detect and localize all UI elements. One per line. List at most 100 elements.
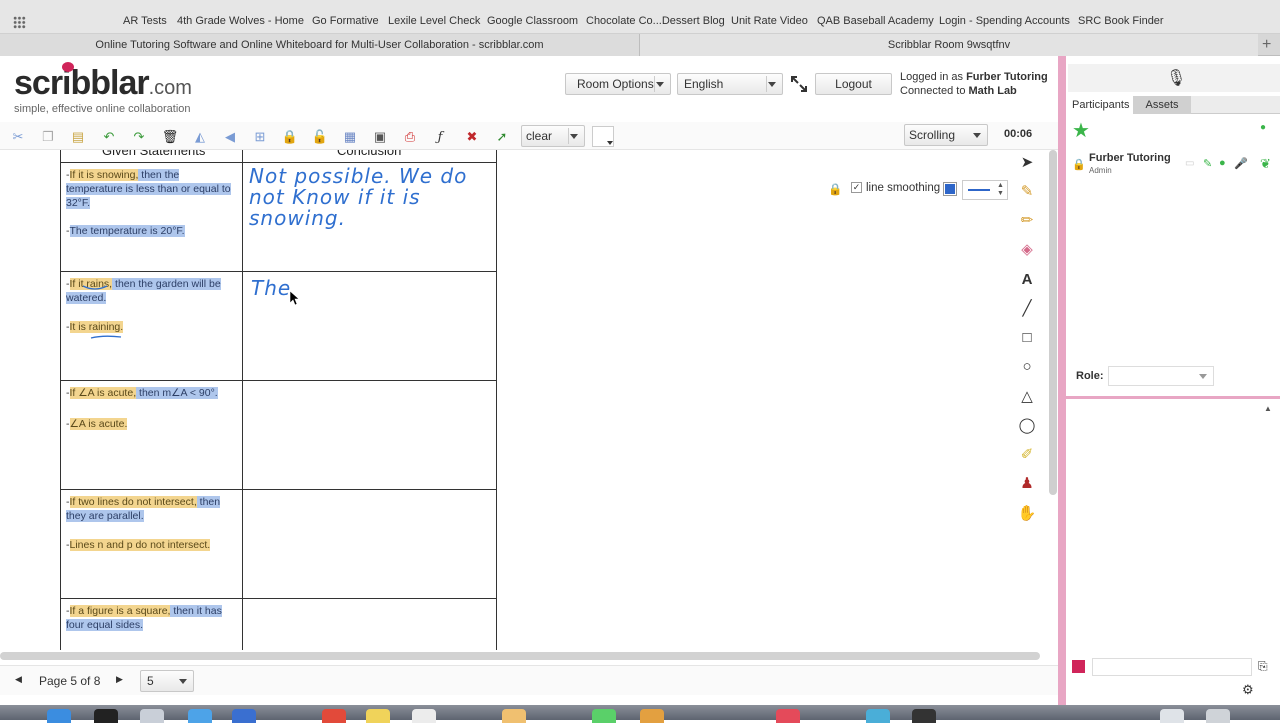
notes-icon[interactable] xyxy=(366,709,390,723)
line-color-swatch[interactable] xyxy=(943,182,957,196)
line-smoothing-checkbox[interactable]: ✓ xyxy=(851,182,862,193)
bookmark-src[interactable]: SRC Book Finder xyxy=(1078,15,1164,27)
chat-input[interactable] xyxy=(1092,658,1252,676)
line-tool-icon[interactable]: ╱ xyxy=(1012,296,1042,320)
undo-icon[interactable]: ↶ xyxy=(101,129,117,145)
terminal-icon[interactable] xyxy=(912,709,936,723)
drawing-tools: ➤ ✎ ✏ ◈ A ╱ □ ○ △ ◯ ✐ ♟ ✋ xyxy=(1012,150,1042,530)
text-tool-icon[interactable]: A xyxy=(1012,267,1042,291)
next-page-icon[interactable]: ▶ xyxy=(116,674,123,685)
new-tab-icon[interactable]: + xyxy=(1262,36,1271,54)
scroll-mode-label: Scrolling xyxy=(909,128,956,142)
collapse-icon[interactable]: ▲ xyxy=(1264,404,1272,413)
zoom-icon[interactable]: ⊞ xyxy=(252,129,268,145)
launchpad-icon[interactable] xyxy=(94,709,118,723)
safari-icon[interactable] xyxy=(140,709,164,723)
messages-icon[interactable] xyxy=(592,709,616,723)
logout-button[interactable]: Logout xyxy=(815,73,892,95)
apps-grid-icon[interactable] xyxy=(13,16,26,29)
clear-board-icon[interactable]: ✖ xyxy=(464,129,480,145)
formula-icon[interactable]: ƒ xyxy=(432,129,448,145)
statement-segment: If it is snowing, xyxy=(69,169,139,181)
triangle-tool-icon[interactable]: △ xyxy=(1012,384,1042,408)
ellipse-tool-icon[interactable]: ○ xyxy=(1012,354,1042,378)
camera-icon[interactable]: ▭ xyxy=(1185,158,1194,169)
bookmark-unit-rate[interactable]: Unit Rate Video xyxy=(731,15,808,27)
calendar-icon[interactable] xyxy=(322,709,346,723)
language-dropdown[interactable]: English xyxy=(677,73,783,95)
lock-icon[interactable]: 🔒 xyxy=(282,129,298,145)
bookmark-qab[interactable]: QAB Baseball Academy xyxy=(817,15,934,27)
bookmark-google-classroom[interactable]: Google Classroom xyxy=(487,15,578,27)
tab-scribblar-home[interactable]: Online Tutoring Software and Online Whit… xyxy=(0,34,640,56)
tab-assets[interactable]: Assets xyxy=(1133,96,1191,114)
pdf-icon[interactable]: ⎙ xyxy=(402,129,418,145)
appstore-icon[interactable] xyxy=(188,709,212,723)
fullscreen-icon[interactable] xyxy=(790,75,808,93)
mail-icon[interactable] xyxy=(232,709,256,723)
chrome-icon[interactable] xyxy=(866,709,890,723)
bookmark-lexile[interactable]: Lexile Level Check xyxy=(388,15,480,27)
settings-gear-icon[interactable]: ⚙ xyxy=(1242,682,1254,698)
horizontal-scrollbar[interactable] xyxy=(0,652,1040,660)
circle-tool-icon[interactable]: ◯ xyxy=(1012,413,1042,437)
document-icon[interactable]: ▦ xyxy=(342,129,358,145)
copy-icon[interactable]: ❐ xyxy=(40,129,56,145)
pointer-arrow-icon[interactable]: ➚ xyxy=(494,129,510,145)
handwritten-conclusion-2: The xyxy=(251,276,292,300)
chat-color-swatch[interactable] xyxy=(1072,660,1085,673)
tab-participants[interactable]: Participants xyxy=(1066,96,1136,114)
downloads-icon[interactable] xyxy=(1160,709,1184,723)
bookmark-ar-tests[interactable]: AR Tests xyxy=(123,15,167,27)
color-swatch[interactable] xyxy=(592,126,614,147)
rectangle-tool-icon[interactable]: □ xyxy=(1012,325,1042,349)
image-icon[interactable]: ▣ xyxy=(372,129,388,145)
line-width-stepper[interactable]: ▲ ▼ xyxy=(962,180,1008,200)
itunes-icon[interactable] xyxy=(776,709,800,723)
tab-scribblar-room[interactable]: Scribblar Room 9wsqtfnv xyxy=(640,34,1258,56)
reminders-icon[interactable] xyxy=(412,709,436,723)
delete-icon[interactable]: 🗑 xyxy=(162,129,179,145)
user-lock-icon: 🔒 xyxy=(1072,159,1086,171)
bookmark-4th-grade-wolves[interactable]: 4th Grade Wolves - Home xyxy=(177,15,304,27)
statement-segment: - xyxy=(66,418,70,430)
photos-icon[interactable] xyxy=(502,709,526,723)
microphone-icon[interactable]: 🎙 xyxy=(1166,68,1186,88)
participant-name[interactable]: Furber Tutoring xyxy=(1089,152,1171,164)
role-dropdown[interactable] xyxy=(1108,366,1214,386)
ibooks-icon[interactable] xyxy=(640,709,664,723)
select-arrow-icon[interactable]: ➤ xyxy=(1012,150,1042,174)
bookmark-go-formative[interactable]: Go Formative xyxy=(312,15,379,27)
room-options-dropdown[interactable]: Room Options xyxy=(565,73,671,95)
vertical-scroll-thumb[interactable] xyxy=(1049,150,1057,495)
eraser-icon[interactable]: ◈ xyxy=(1012,237,1042,261)
audio-permission-icon[interactable]: 🎤 xyxy=(1234,157,1248,170)
clear-dropdown[interactable]: clear xyxy=(521,125,585,147)
page-select[interactable]: 5 xyxy=(140,670,194,692)
padlock-icon[interactable]: 🔒 xyxy=(828,182,842,196)
brush-icon[interactable]: ✏ xyxy=(1012,208,1042,232)
cut-icon[interactable]: ✂ xyxy=(10,129,26,145)
pencil-icon[interactable]: ✎ xyxy=(1012,179,1042,203)
finder-icon[interactable] xyxy=(47,709,71,723)
paste-icon[interactable]: ▤ xyxy=(70,129,86,145)
chat-permission-icon[interactable]: ● xyxy=(1219,157,1226,169)
unlock-icon[interactable]: 🔓 xyxy=(312,129,328,145)
chevron-down-icon xyxy=(570,134,578,139)
send-chat-icon[interactable]: ⎘ xyxy=(1258,659,1268,674)
prev-page-icon[interactable]: ◀ xyxy=(15,674,22,685)
redo-icon[interactable]: ↷ xyxy=(131,129,147,145)
flip-icon[interactable]: ◭ xyxy=(192,129,208,145)
stamp-icon[interactable]: ♟ xyxy=(1012,471,1042,495)
whiteboard-canvas[interactable]: Given Statements Conclusion -If it is sn… xyxy=(0,150,1046,650)
hand-pan-icon[interactable]: ✋ xyxy=(1012,501,1042,525)
room-options-label: Room Options xyxy=(577,77,654,91)
send-back-icon[interactable]: ◀ xyxy=(222,129,238,145)
bookmark-spending[interactable]: Login - Spending Accounts xyxy=(939,15,1070,27)
highlighter-icon[interactable]: ✐ xyxy=(1012,442,1042,466)
vertical-scrollbar[interactable] xyxy=(1048,150,1058,500)
scroll-mode-dropdown[interactable]: Scrolling xyxy=(904,124,988,146)
draw-permission-icon[interactable]: ✎ xyxy=(1203,157,1212,170)
trash-icon[interactable] xyxy=(1206,709,1230,723)
bookmark-chocolate[interactable]: Chocolate Co...Dessert Blog xyxy=(586,15,725,27)
